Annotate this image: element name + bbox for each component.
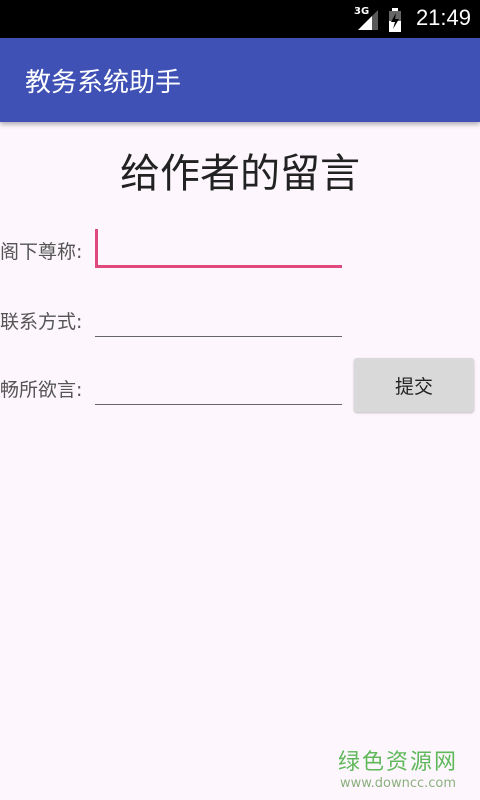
name-field[interactable] xyxy=(95,232,342,268)
watermark: 绿色资源网 www.downcc.com xyxy=(338,744,458,791)
submit-button[interactable]: 提交 xyxy=(354,358,474,412)
name-label: 阁下尊称: xyxy=(0,241,83,263)
status-bar: 3G 21:49 xyxy=(0,0,480,38)
text-cursor xyxy=(95,229,98,265)
message-label: 畅所欲言: xyxy=(0,379,83,401)
contact-label: 联系方式: xyxy=(0,311,83,333)
contact-field[interactable] xyxy=(95,301,342,337)
app-bar: 教务系统助手 xyxy=(0,38,480,122)
signal-icon xyxy=(358,10,378,30)
page-title: 给作者的留言 xyxy=(120,151,360,197)
watermark-url: www.downcc.com xyxy=(339,776,457,791)
clock: 21:49 xyxy=(415,5,471,30)
app-title: 教务系统助手 xyxy=(25,68,182,98)
watermark-title: 绿色资源网 xyxy=(337,750,458,775)
battery-charging-icon xyxy=(389,8,401,32)
message-field[interactable] xyxy=(95,369,342,405)
